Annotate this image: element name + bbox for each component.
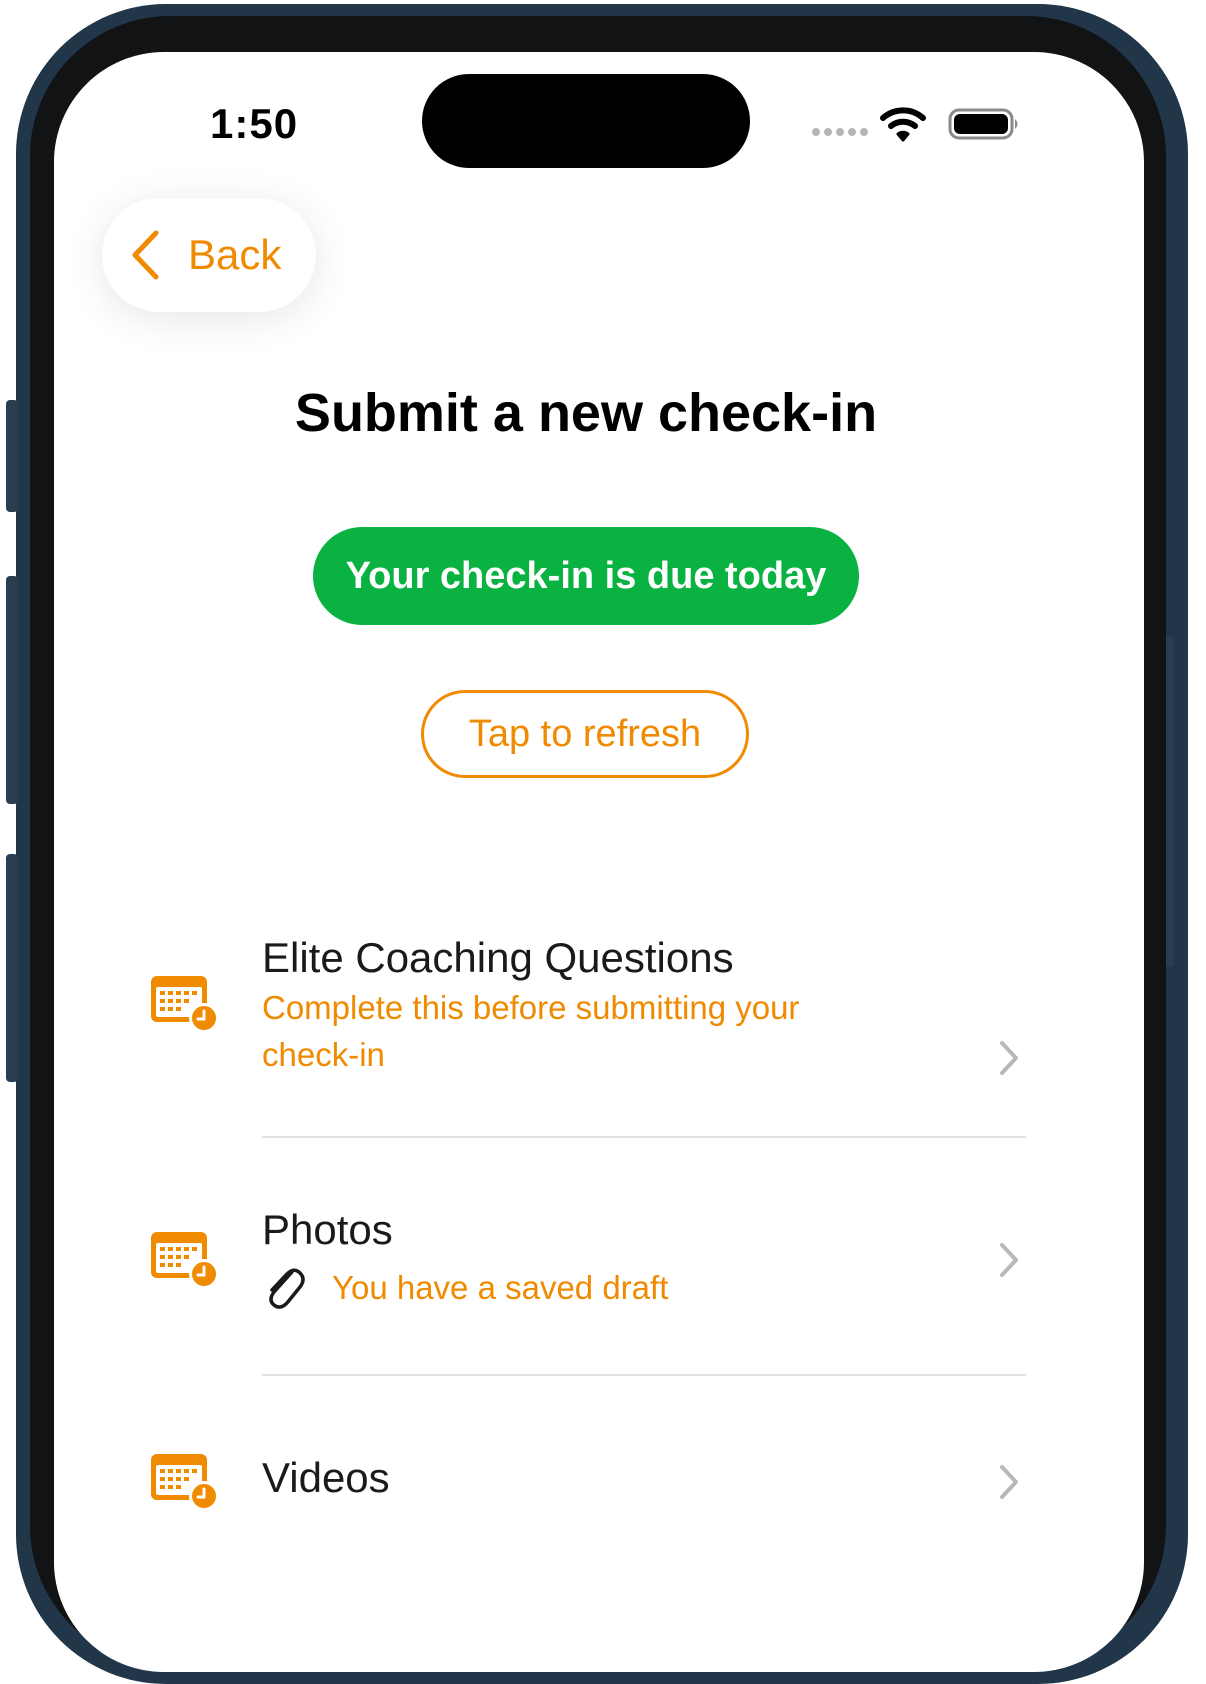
list-item-videos[interactable]: Videos: [54, 1378, 1144, 1568]
signal-dots-icon: [812, 128, 868, 136]
item-title: Elite Coaching Questions: [262, 934, 734, 981]
calendar-clock-icon: [150, 1448, 220, 1517]
screen: 1:50 Back Submit a new check-in Your che…: [54, 52, 1144, 1672]
chevron-right-icon: [998, 1040, 1020, 1081]
calendar-clock-icon: [150, 970, 220, 1039]
back-button[interactable]: Back: [102, 198, 316, 312]
wifi-icon: [880, 106, 926, 147]
draft-text: You have a saved draft: [332, 1269, 669, 1306]
draft-indicator: You have a saved draft: [262, 1262, 668, 1314]
chevron-left-icon: [132, 230, 159, 280]
item-title: Photos: [262, 1206, 393, 1253]
chevron-right-icon: [998, 1464, 1020, 1505]
chevron-right-icon: [998, 1242, 1020, 1283]
side-button-volume-up: [6, 576, 18, 804]
side-button-action: [6, 400, 18, 512]
refresh-button[interactable]: Tap to refresh: [421, 690, 749, 778]
dynamic-island: [422, 74, 750, 168]
divider: [262, 1374, 1026, 1376]
side-button-volume-down: [6, 854, 18, 1082]
list-item-elite-coaching-questions[interactable]: Elite Coaching Questions Complete this b…: [54, 912, 1144, 1138]
battery-icon: [948, 108, 1022, 145]
page-title: Submit a new check-in: [294, 383, 878, 443]
divider: [262, 1136, 1026, 1138]
paperclip-icon: [269, 1268, 305, 1309]
due-status-badge: Your check-in is due today: [313, 527, 859, 625]
item-title: Videos: [262, 1454, 390, 1501]
item-subtitle: Complete this before submitting your che…: [262, 989, 800, 1073]
back-label: Back: [188, 231, 282, 278]
list-item-photos[interactable]: Photos You have a saved draft: [54, 1140, 1144, 1378]
status-time: 1:50: [210, 100, 299, 147]
calendar-clock-icon: [150, 1226, 220, 1295]
